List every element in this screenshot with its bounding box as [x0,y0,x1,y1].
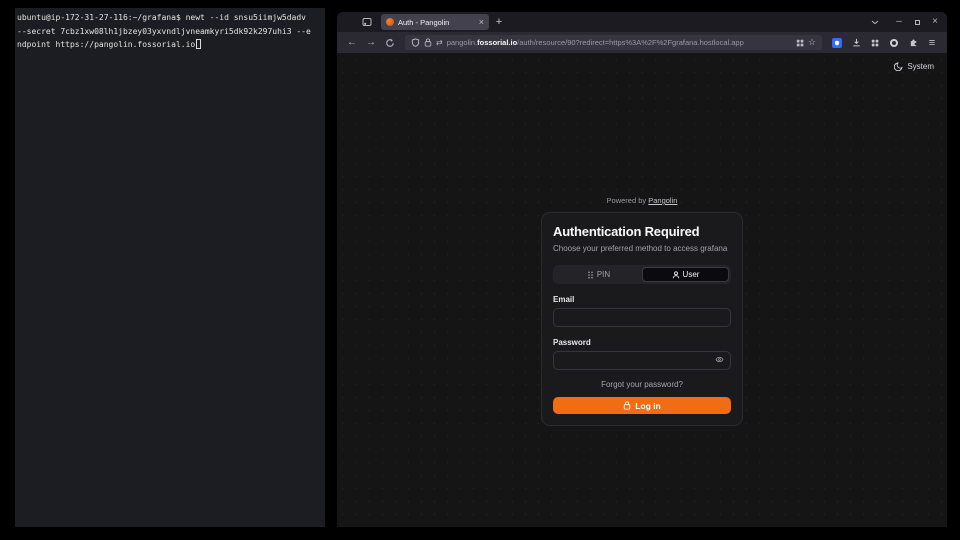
navigation-bar: ← → ⇄ pangolin.fossorial.io/auth/resourc… [337,32,947,53]
container-arrows-icon: ⇄ [436,39,443,47]
pangolin-favicon-icon [386,18,394,26]
downloads-button[interactable] [848,35,864,51]
tab-pin-label: PIN [597,270,610,279]
maximize-icon [915,20,920,25]
window-controls: – × [891,14,943,30]
theme-toggle[interactable]: System [894,62,934,71]
page-content: System Powered by Pangolin Authenticatio… [337,53,947,527]
tab-overflow-chevron-icon[interactable] [867,14,883,30]
shortcuts-grid-icon[interactable] [796,39,804,47]
password-label: Password [553,338,731,347]
window-minimize-button[interactable]: – [891,14,907,30]
theme-toggle-label: System [907,62,934,71]
auth-card: Authentication Required Choose your pref… [541,212,743,426]
firefox-view-icon[interactable] [359,14,375,30]
tab-pin[interactable]: PIN [555,267,642,282]
tracking-shield-icon[interactable] [411,38,420,47]
auth-method-tabs: PIN User [553,265,731,284]
minimize-icon: – [896,17,902,27]
browser-window: Auth - Pangolin × + – × ← → [337,12,947,527]
tab-auth-pangolin[interactable]: Auth - Pangolin × [381,14,489,30]
login-button-label: Log in [635,401,661,411]
menu-hamburger-icon[interactable]: ≡ [924,35,940,51]
pangolin-link[interactable]: Pangolin [648,196,677,205]
terminal-window[interactable]: ubuntu@ip-172-31-27-116:~/grafana$ newt … [15,8,325,527]
extension-bitwarden-icon[interactable] [829,35,845,51]
auth-column: Powered by Pangolin Authentication Requi… [541,196,743,426]
card-title: Authentication Required [553,224,731,239]
extensions-puzzle-icon[interactable] [905,35,921,51]
lock-icon[interactable] [424,38,432,47]
email-field[interactable] [553,308,731,327]
email-label: Email [553,295,731,304]
window-maximize-button[interactable] [909,14,925,30]
bookmark-star-icon[interactable]: ☆ [808,37,816,48]
tab-title: Auth - Pangolin [398,18,475,27]
password-field[interactable] [553,351,731,370]
terminal-line: ubuntu@ip-172-31-27-116:~/grafana$ newt … [17,11,323,25]
moon-icon [894,62,903,71]
tab-bar: Auth - Pangolin × + – × [337,12,947,32]
forgot-password-link[interactable]: Forgot your password? [553,380,731,389]
card-subtitle: Choose your preferred method to access g… [553,244,731,253]
terminal-line: --secret 7cbz1xw08lh1jbzey03yxvndljvneam… [17,25,323,39]
tab-close-icon[interactable]: × [479,18,484,27]
forward-button[interactable]: → [363,35,379,51]
url-bar[interactable]: ⇄ pangolin.fossorial.io/auth/resource/90… [405,35,822,50]
powered-by-text: Powered by [607,196,647,205]
close-icon: × [932,17,938,27]
account-containers-icon[interactable] [867,35,883,51]
login-button[interactable]: Log in [553,397,731,414]
window-close-button[interactable]: × [927,14,943,30]
powered-by: Powered by Pangolin [541,196,743,205]
url-text: pangolin.fossorial.io/auth/resource/90?r… [447,38,792,47]
tab-user[interactable]: User [642,267,729,282]
terminal-cursor [196,39,201,49]
show-password-eye-icon[interactable] [715,356,724,363]
login-lock-icon [623,401,631,410]
reload-button[interactable] [382,35,398,51]
tab-user-label: User [683,270,700,279]
keypad-icon [587,271,594,279]
new-tab-button[interactable]: + [491,14,507,30]
terminal-line: ndpoint https://pangolin.fossorial.io [17,38,323,52]
user-icon [672,271,680,279]
extension-circle-icon[interactable] [886,35,902,51]
back-button[interactable]: ← [344,35,360,51]
